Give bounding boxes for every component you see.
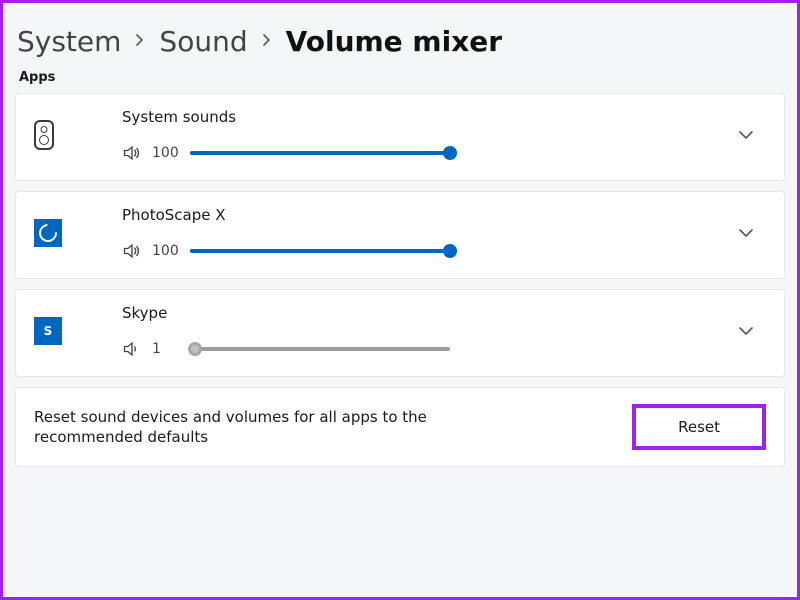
app-volume-card: System sounds 100 bbox=[15, 93, 785, 181]
chevron-right-icon bbox=[135, 31, 145, 52]
app-name-label: System sounds bbox=[74, 108, 726, 126]
breadcrumb: System Sound Volume mixer bbox=[15, 15, 785, 70]
volume-icon[interactable] bbox=[122, 144, 142, 162]
volume-slider[interactable] bbox=[190, 243, 450, 259]
reset-button[interactable]: Reset bbox=[632, 404, 766, 450]
app-volume-card: PhotoScape X 100 bbox=[15, 191, 785, 279]
system-sounds-icon bbox=[34, 120, 74, 150]
volume-value: 100 bbox=[152, 145, 180, 161]
chevron-down-icon[interactable] bbox=[726, 326, 766, 336]
photoscape-icon bbox=[34, 219, 74, 247]
app-volume-card: S Skype 1 bbox=[15, 289, 785, 377]
volume-value: 1 bbox=[152, 341, 180, 357]
reset-description: Reset sound devices and volumes for all … bbox=[34, 407, 454, 448]
skype-icon: S bbox=[34, 317, 74, 345]
reset-card: Reset sound devices and volumes for all … bbox=[15, 387, 785, 467]
chevron-down-icon[interactable] bbox=[726, 228, 766, 238]
volume-slider[interactable] bbox=[190, 341, 450, 357]
chevron-right-icon bbox=[262, 31, 272, 52]
volume-value: 100 bbox=[152, 243, 180, 259]
chevron-down-icon[interactable] bbox=[726, 130, 766, 140]
breadcrumb-volume-mixer: Volume mixer bbox=[286, 25, 502, 58]
breadcrumb-sound[interactable]: Sound bbox=[159, 25, 247, 58]
apps-section-label: Apps bbox=[15, 70, 785, 93]
app-name-label: Skype bbox=[74, 304, 726, 322]
volume-icon[interactable] bbox=[122, 242, 142, 260]
volume-slider[interactable] bbox=[190, 145, 450, 161]
volume-low-icon[interactable] bbox=[122, 340, 142, 358]
app-name-label: PhotoScape X bbox=[74, 206, 726, 224]
breadcrumb-system[interactable]: System bbox=[17, 25, 121, 58]
